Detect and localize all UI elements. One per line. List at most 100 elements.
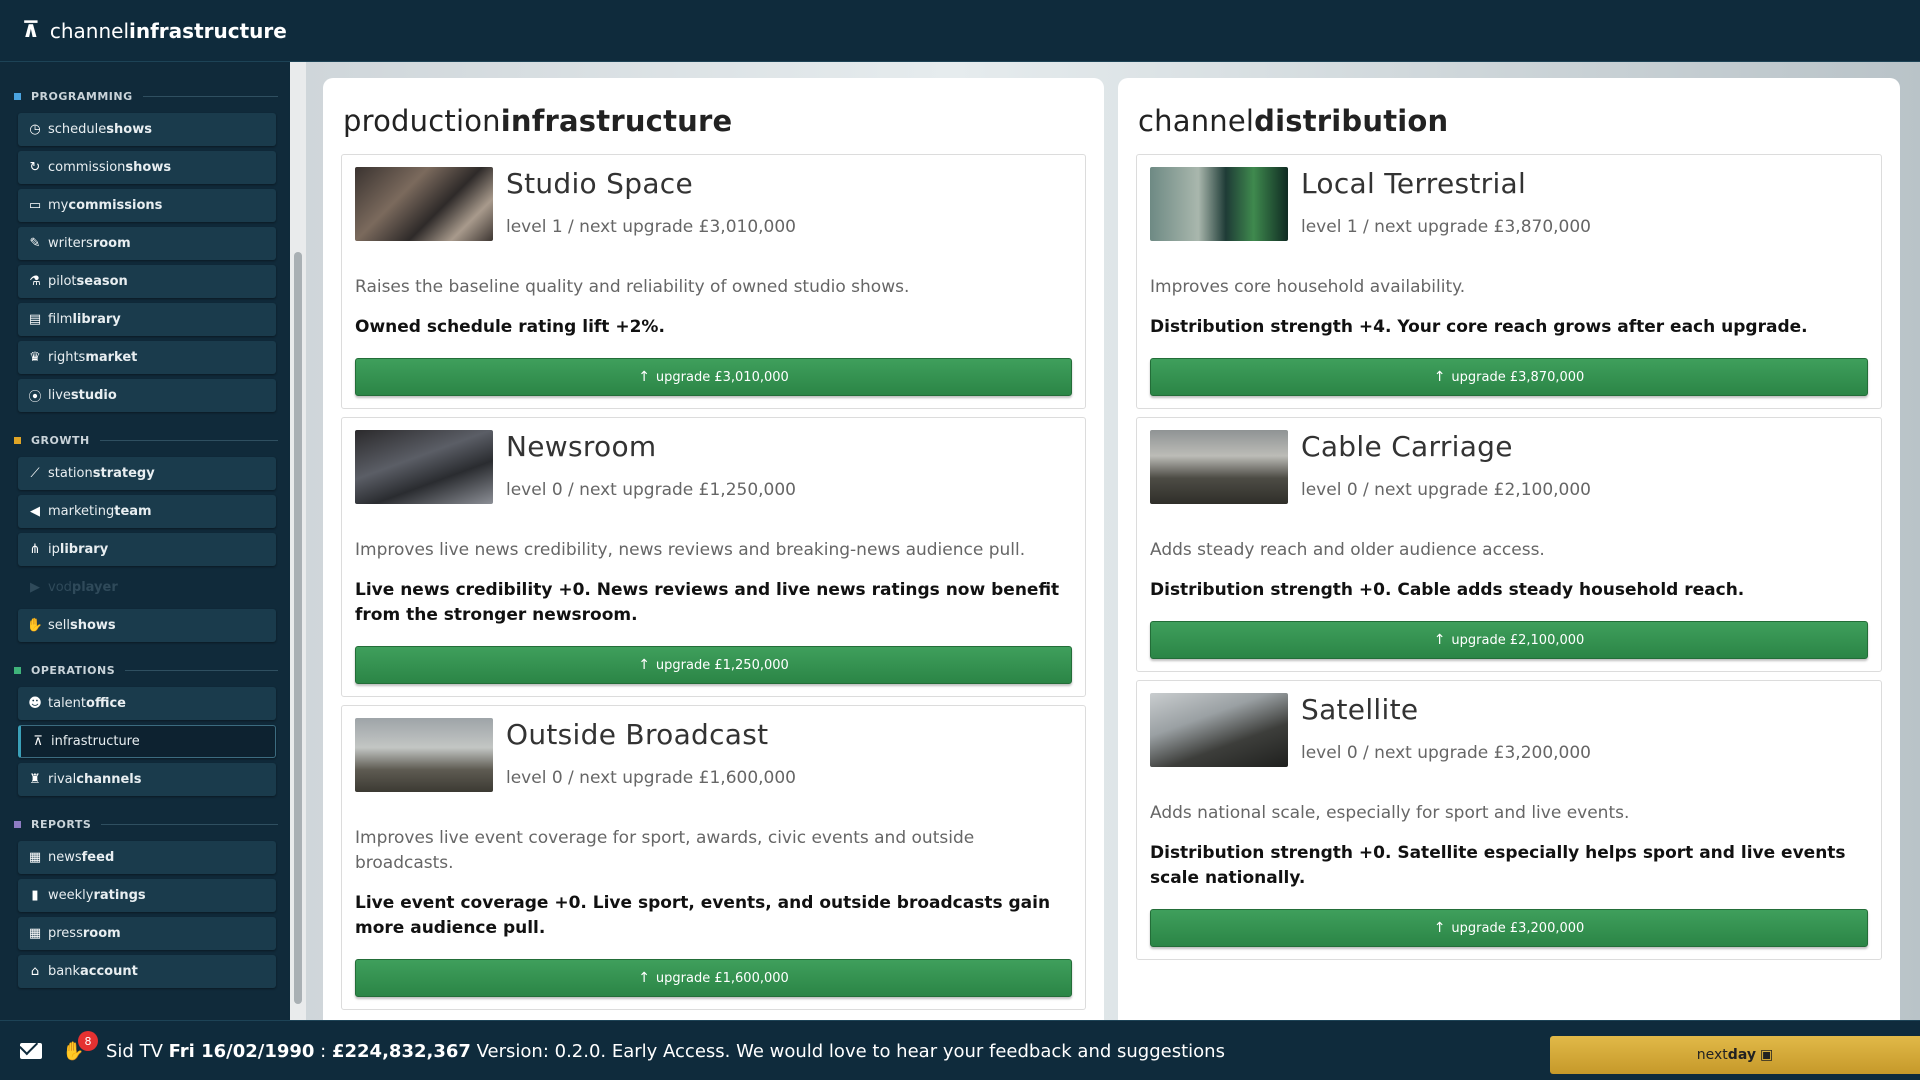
newspaper-icon: ▦ xyxy=(28,926,42,941)
sidebar-item-stationstrategy[interactable]: ⟋ station strategy xyxy=(18,457,276,490)
sidebar-item-label-light: live xyxy=(48,388,71,403)
card-thumbnail-image xyxy=(355,167,493,241)
arrow-up-icon: ↑ xyxy=(1433,920,1446,936)
sidebar: PROGRAMMING ◷ schedule shows ↻ commission show… xyxy=(0,62,288,1020)
card-title: Newsroom xyxy=(506,430,657,463)
card-title-block: Satellite level 0 / next upgrade £3,200,0… xyxy=(1301,693,1591,767)
sidebar-item-label-bold: room xyxy=(92,236,131,251)
upgrade-button-label: upgrade £1,250,000 xyxy=(655,657,789,673)
sidebar-item-iplibrary[interactable]: ⋔ ip library xyxy=(18,533,276,566)
card-thumbnail-image xyxy=(1150,430,1288,504)
sidebar-item-label-light: talent xyxy=(48,696,87,711)
mail-icon[interactable] xyxy=(20,1043,42,1059)
card-header: Outside Broadcast level 0 / next upgrade … xyxy=(355,718,1072,792)
divider xyxy=(101,823,278,825)
sidebar-item-label-light: writers xyxy=(48,236,93,251)
card-description: Raises the baseline quality and reliabil… xyxy=(355,277,910,297)
sidebar-item-marketingteam[interactable]: ◀ marketing team xyxy=(18,495,276,528)
next-day-button[interactable]: next day ▣ xyxy=(1550,1036,1920,1074)
flask-icon: ⚗ xyxy=(29,274,41,289)
sidebar-item-label-bold: player xyxy=(71,580,118,595)
sidebar-item-rivalchannels[interactable]: ♜ rival channels xyxy=(18,763,276,796)
chess-icon: ♜ xyxy=(29,772,41,787)
upgrade-card-newsroom: Newsroom level 0 / next upgrade £1,250,00… xyxy=(341,417,1086,697)
card-effect: Distribution strength +0. Cable adds ste… xyxy=(1150,580,1745,600)
card-description: Adds national scale, especially for spor… xyxy=(1150,803,1630,823)
arrow-up-icon: ↑ xyxy=(1433,632,1446,648)
bank-icon: ⌂ xyxy=(30,964,40,979)
tower-icon: ⊼ xyxy=(22,18,40,43)
card-effect: Distribution strength +0. Satellite espe… xyxy=(1150,843,1846,888)
upgrade-button[interactable]: ↑ upgrade £1,250,000 xyxy=(355,646,1072,684)
card-title-block: Local Terrestrial level 1 / next upgrade … xyxy=(1301,167,1591,241)
sidebar-item-rightsmarket[interactable]: ♛ rights market xyxy=(18,341,276,374)
sidebar-section-operations: OPERATIONS xyxy=(14,658,278,682)
sidebar-item-label-bold: channels xyxy=(76,772,142,787)
arrow-up-icon: ↑ xyxy=(638,970,650,986)
app-title: channelinfrastructure xyxy=(49,18,287,43)
upgrade-button[interactable]: ↑ upgrade £3,200,000 xyxy=(1150,909,1868,947)
card-title: Cable Carriage xyxy=(1301,430,1513,463)
sidebar-item-label-light: news xyxy=(48,850,82,865)
upgrade-button-label: upgrade £2,100,000 xyxy=(1451,632,1585,648)
card-header: Local Terrestrial level 1 / next upgrade … xyxy=(1150,167,1868,241)
card-description: Improves live event coverage for sport, … xyxy=(355,828,975,873)
upgrade-button-label: upgrade £3,010,000 xyxy=(655,369,789,385)
pen-icon: ✎ xyxy=(29,236,41,251)
sidebar-item-pilotseason[interactable]: ⚗ pilot season xyxy=(18,265,276,298)
sidebar-item-filmlibrary[interactable]: ▤ film library xyxy=(18,303,276,336)
card-level: level 0 / next upgrade £3,200,000 xyxy=(1301,743,1591,763)
sidebar-item-label-light: schedule xyxy=(48,122,107,137)
sidebar-item-commissionshows[interactable]: ↻ commission shows xyxy=(18,151,276,184)
sidebar-item-label-bold: library xyxy=(59,542,109,557)
upgrade-card-studio: Studio Space level 1 / next upgrade £3,01… xyxy=(341,154,1086,409)
sidebar-item-label-bold: commissions xyxy=(68,198,163,213)
upgrade-button[interactable]: ↑ upgrade £3,870,000 xyxy=(1150,358,1868,396)
card-thumbnail-image xyxy=(355,430,493,504)
card-level: level 1 / next upgrade £3,870,000 xyxy=(1301,217,1591,237)
sidebar-item-mycommissions[interactable]: ▭ my commissions xyxy=(18,189,276,222)
sidebar-item-livestudio[interactable]: ⦿ live studio xyxy=(18,379,276,412)
clock-icon: ◷ xyxy=(29,122,41,137)
sidebar-scrollbar[interactable] xyxy=(294,252,302,1004)
upgrade-button[interactable]: ↑ upgrade £3,010,000 xyxy=(355,358,1072,396)
card-level: level 0 / next upgrade £2,100,000 xyxy=(1301,480,1591,500)
sidebar-item-weeklyratings[interactable]: ▮ weekly ratings xyxy=(18,879,276,912)
trophy-icon: ♛ xyxy=(29,350,41,365)
upgrade-button[interactable]: ↑ upgrade £1,600,000 xyxy=(355,959,1072,997)
arrow-up-icon: ↑ xyxy=(638,369,650,385)
sidebar-item-label-light: pilot xyxy=(48,274,77,289)
sidebar-item-label-bold: feed xyxy=(81,850,115,865)
sidebar-item-label-bold: shows xyxy=(125,160,172,175)
card-title-block: Cable Carriage level 0 / next upgrade £2,… xyxy=(1301,430,1591,504)
section-marker xyxy=(14,820,21,828)
sidebar-item-writersroom[interactable]: ✎ writers room xyxy=(18,227,276,260)
sidebar-item-pressroom[interactable]: ▦ press room xyxy=(18,917,276,950)
newspaper-icon: ▦ xyxy=(28,850,42,865)
handshake-icon: ✋ xyxy=(26,618,44,633)
sidebar-section-programming: PROGRAMMING xyxy=(14,84,278,108)
notification-badge: 8 xyxy=(78,1031,98,1051)
sidebar-item-label-light: bank xyxy=(48,964,80,979)
sidebar-item-label-light: my xyxy=(48,198,69,213)
upgrade-card-terrestrial: Local Terrestrial level 1 / next upgrade … xyxy=(1136,154,1882,409)
sidebar-item-label-bold: room xyxy=(82,926,121,941)
sidebar-item-scheduleshows[interactable]: ◷ schedule shows xyxy=(18,113,276,146)
divider xyxy=(99,439,278,441)
sidebar-item-label-light: infrastructure xyxy=(51,734,140,749)
broadcast-icon: ⦿ xyxy=(28,390,42,405)
chart-line-icon: ⟋ xyxy=(30,466,40,481)
sidebar-item-talentoffice[interactable]: ☻ talent office xyxy=(18,687,276,720)
sidebar-item-newsfeed[interactable]: ▦ news feed xyxy=(18,841,276,874)
card-description: Adds steady reach and older audience acc… xyxy=(1150,540,1545,560)
section-label: GROWTH xyxy=(31,433,90,447)
section-label: OPERATIONS xyxy=(31,663,116,677)
sidebar-item-sellshows[interactable]: ✋ sell shows xyxy=(18,609,276,642)
sidebar-item-infrastructure[interactable]: ⊼ infrastructure xyxy=(18,725,276,758)
bar-chart-icon: ▮ xyxy=(31,888,39,903)
card-title: Local Terrestrial xyxy=(1301,167,1527,200)
card-thumbnail-image xyxy=(1150,167,1288,241)
tower-icon: ⊼ xyxy=(33,734,43,749)
upgrade-button[interactable]: ↑ upgrade £2,100,000 xyxy=(1150,621,1868,659)
sidebar-item-bankaccount[interactable]: ⌂ bank account xyxy=(18,955,276,988)
